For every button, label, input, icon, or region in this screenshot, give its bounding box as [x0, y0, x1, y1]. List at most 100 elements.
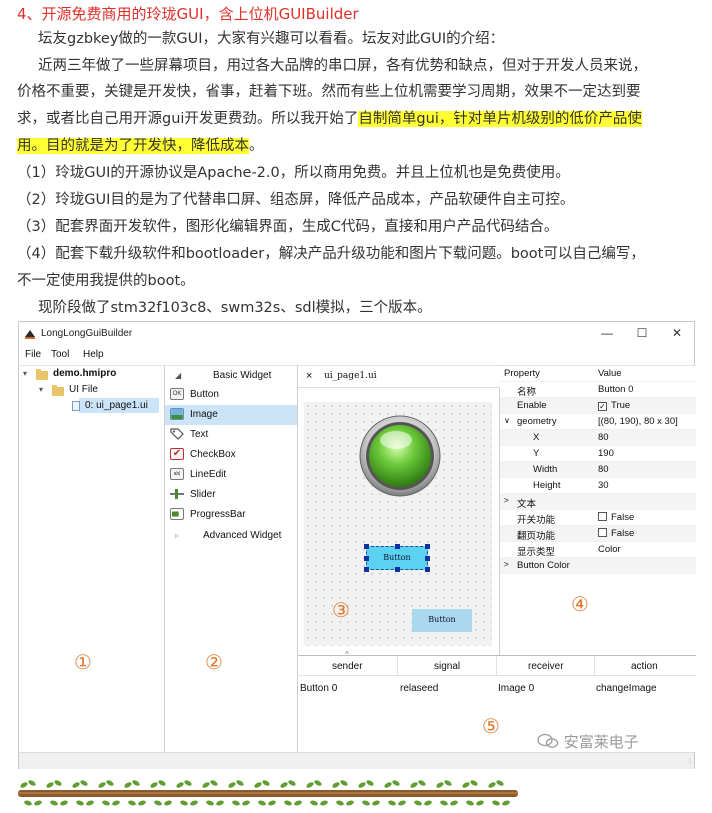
property-value-text: Color [598, 544, 621, 555]
minimize-icon[interactable]: — [592, 326, 622, 340]
title-bar: LongLongGuiBuilder — ☐ ✕ [19, 322, 694, 347]
chevron-down-icon[interactable]: ▾ [23, 369, 27, 378]
leaf-decoration [124, 782, 132, 788]
menu-help[interactable]: Help [83, 349, 104, 360]
close-icon[interactable]: ✕ [662, 326, 692, 340]
property-row[interactable]: > Button Color [500, 558, 696, 574]
button-widget-2[interactable]: Button [412, 609, 472, 632]
property-row[interactable]: 显示类型 Color [500, 542, 696, 558]
checkbox-icon[interactable]: ✓ [598, 402, 607, 411]
led-image-widget[interactable] [358, 414, 442, 498]
property-row[interactable]: Height 30 [500, 478, 696, 494]
resize-handle[interactable] [395, 567, 400, 572]
resize-grip-icon[interactable]: ⁞ [689, 757, 691, 766]
resize-handle[interactable] [364, 567, 369, 572]
button-widget-icon: OK [170, 388, 184, 400]
highlight-text-2: 用。目的就是为了开发快，降低成本 [17, 138, 249, 154]
leaf-decoration [440, 800, 448, 806]
property-row[interactable]: > 文本 [500, 494, 696, 510]
property-value[interactable]: False [598, 512, 634, 523]
leaf-decoration [476, 800, 484, 806]
leaf-decoration [502, 800, 510, 806]
property-value-text: 190 [598, 448, 614, 459]
slider-widget-icon [170, 489, 184, 499]
property-value[interactable]: Color [598, 544, 621, 555]
property-value-text: False [611, 512, 635, 523]
tree-root-project[interactable]: demo.hmipro [53, 368, 116, 379]
property-row[interactable]: Width 80 [500, 462, 696, 478]
advanced-widget-header[interactable]: Advanced Widget [203, 530, 281, 541]
widget-slider[interactable]: Slider [165, 485, 297, 505]
property-value[interactable]: 80 [598, 432, 609, 443]
leaf-decoration [202, 782, 210, 788]
property-row[interactable]: 名称 Button 0 [500, 382, 696, 398]
widget-lineedit[interactable]: ab| LineEdit [165, 465, 297, 485]
chevron-right-icon[interactable]: ▹ [175, 531, 179, 540]
leaf-decoration [154, 800, 162, 806]
chevron-down-icon[interactable]: ▾ [39, 385, 43, 394]
property-value[interactable]: Button 0 [598, 384, 633, 395]
document-tab[interactable]: × ui_page1.ui [298, 366, 500, 388]
property-value[interactable]: 190 [598, 448, 614, 459]
property-row[interactable]: Y 190 [500, 446, 696, 462]
checkbox-icon[interactable] [598, 512, 607, 521]
property-row[interactable]: 翻页功能 False [500, 526, 696, 542]
property-header: Property Value [500, 366, 696, 382]
widget-text[interactable]: Text [165, 425, 297, 445]
property-row[interactable]: 开关功能 False [500, 510, 696, 526]
design-canvas[interactable]: Button Button ③ [304, 402, 492, 646]
resize-handle[interactable] [425, 556, 430, 561]
resize-handle[interactable] [364, 556, 369, 561]
basic-widget-header[interactable]: Basic Widget [213, 370, 271, 381]
leaf-decoration [34, 800, 42, 806]
close-tab-icon[interactable]: × [306, 370, 312, 382]
leaf-decoration [232, 800, 240, 806]
signal-row[interactable]: Button 0 relaseed Image 0 changeImage [298, 678, 696, 696]
property-row[interactable]: X 80 [500, 430, 696, 446]
property-key: Height [533, 480, 561, 491]
resize-handle[interactable] [395, 544, 400, 549]
chevron-right-icon[interactable]: > [504, 496, 509, 505]
property-key: geometry [517, 416, 557, 427]
property-value-text: False [611, 528, 635, 539]
property-value[interactable]: [(80, 190), 80 x 30] [598, 416, 678, 427]
widget-image[interactable]: Image [165, 405, 297, 425]
leaf-decoration [106, 780, 114, 786]
leaf-decoration [306, 782, 314, 788]
widget-progressbar[interactable]: ProgressBar [165, 505, 297, 525]
app-logo-icon [25, 330, 35, 339]
cell-action: changeImage [596, 683, 657, 694]
chevron-down-icon[interactable]: ∨ [504, 416, 510, 425]
leaf-decoration [314, 780, 322, 786]
tree-page-item[interactable]: 0: ui_page1.ui [85, 400, 148, 411]
tree-folder-ui-file[interactable]: UI File [69, 384, 98, 395]
widget-label: LineEdit [190, 469, 227, 480]
property-value[interactable]: ✓ True [598, 400, 630, 411]
maximize-icon[interactable]: ☐ [627, 326, 657, 340]
leaf-decoration [366, 780, 374, 786]
button-widget-label: Button [383, 553, 411, 562]
property-value[interactable]: 30 [598, 480, 609, 491]
collapse-triangle-icon[interactable]: ◢ [175, 371, 181, 380]
property-row[interactable]: ∨ geometry [(80, 190), 80 x 30] [500, 414, 696, 430]
resize-handle[interactable] [425, 544, 430, 549]
property-key: Width [533, 464, 558, 475]
checkbox-icon[interactable] [598, 528, 607, 537]
leaf-decoration [336, 800, 344, 806]
widget-button[interactable]: OK Button [165, 385, 297, 405]
property-value[interactable]: 80 [598, 464, 609, 475]
resize-handle[interactable] [364, 544, 369, 549]
chevron-right-icon[interactable]: > [504, 560, 509, 569]
resize-handle[interactable] [425, 567, 430, 572]
menu-tool[interactable]: Tool [51, 349, 69, 360]
selected-button-widget[interactable]: Button [364, 544, 430, 572]
property-key: X [533, 432, 540, 443]
widget-checkbox[interactable]: ✔ CheckBox [165, 445, 297, 465]
property-key: 文本 [517, 499, 537, 510]
body-line-4-end: 。 [249, 138, 264, 154]
leaf-decoration [176, 782, 184, 788]
property-row[interactable]: Enable ✓ True [500, 398, 696, 414]
menu-file[interactable]: File [25, 349, 41, 360]
leaf-decoration [384, 782, 392, 788]
property-value[interactable]: False [598, 528, 634, 539]
